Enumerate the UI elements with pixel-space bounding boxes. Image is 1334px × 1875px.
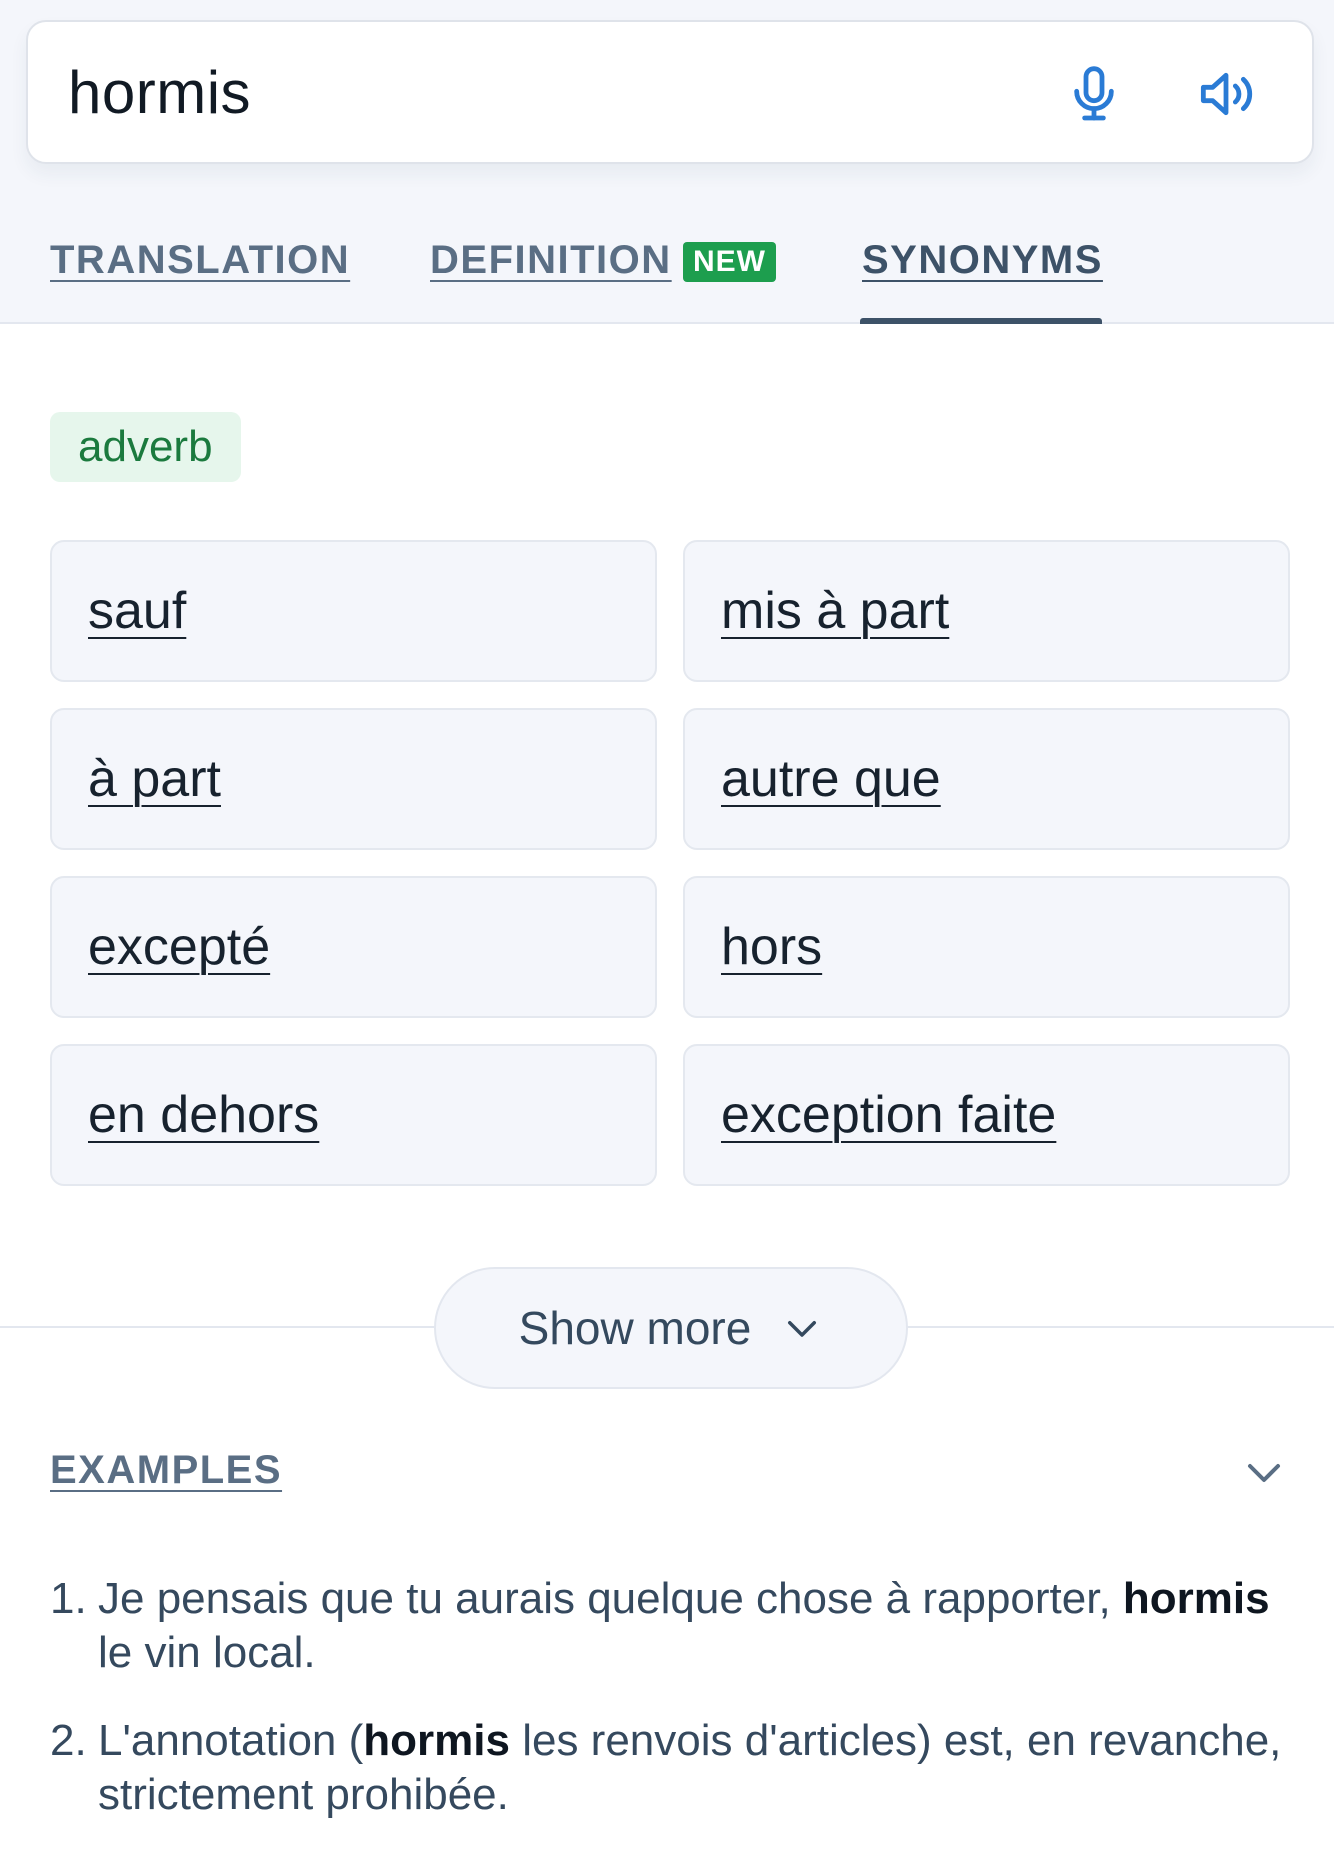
example-text: L'annotation ( [98, 1716, 364, 1765]
example-highlight: hormis [363, 1716, 510, 1765]
examples-title[interactable]: EXAMPLES [50, 1448, 282, 1493]
show-more-button[interactable]: Show more [434, 1267, 908, 1389]
tab-translation[interactable]: TRANSLATION [50, 238, 350, 283]
example-text: le vin local. [98, 1628, 316, 1677]
header-area: hormis TRANSLATION DEFINITION NEW SYNONY… [0, 0, 1334, 324]
tab-synonyms[interactable]: SYNONYMS [862, 238, 1103, 283]
chevron-down-icon [788, 1321, 817, 1337]
synonym-item[interactable]: hors [683, 876, 1290, 1018]
synonym-item[interactable]: en dehors [50, 1044, 657, 1186]
search-input[interactable]: hormis [68, 58, 251, 127]
example-number: 1. [50, 1574, 87, 1623]
speaker-icon[interactable] [1190, 58, 1262, 130]
synonym-item[interactable]: mis à part [683, 540, 1290, 682]
microphone-icon[interactable] [1058, 58, 1130, 130]
synonym-item[interactable]: exception faite [683, 1044, 1290, 1186]
example-item: 1. Je pensais que tu aurais quelque chos… [50, 1572, 1300, 1680]
example-item: 2. L'annotation (hormis les renvois d'ar… [50, 1714, 1300, 1822]
tab-bar: TRANSLATION DEFINITION NEW SYNONYMS [0, 238, 1334, 324]
chevron-down-icon[interactable] [1240, 1448, 1296, 1504]
new-badge: NEW [683, 242, 776, 282]
tab-definition[interactable]: DEFINITION [430, 238, 672, 283]
search-box[interactable]: hormis [26, 20, 1314, 164]
example-highlight: hormis [1122, 1574, 1270, 1623]
synonym-item[interactable]: excepté [50, 876, 657, 1018]
synonym-item[interactable]: sauf [50, 540, 657, 682]
synonym-item[interactable]: à part [50, 708, 657, 850]
show-more-label: Show more [518, 1302, 752, 1354]
synonym-grid: sauf mis à part à part autre que excepté… [50, 540, 1290, 1186]
example-text: Je pensais que tu aurais quelque chose à… [98, 1574, 1123, 1623]
active-tab-indicator [860, 318, 1102, 324]
part-of-speech-chip: adverb [50, 412, 241, 482]
synonym-item[interactable]: autre que [683, 708, 1290, 850]
example-number: 2. [50, 1716, 87, 1765]
